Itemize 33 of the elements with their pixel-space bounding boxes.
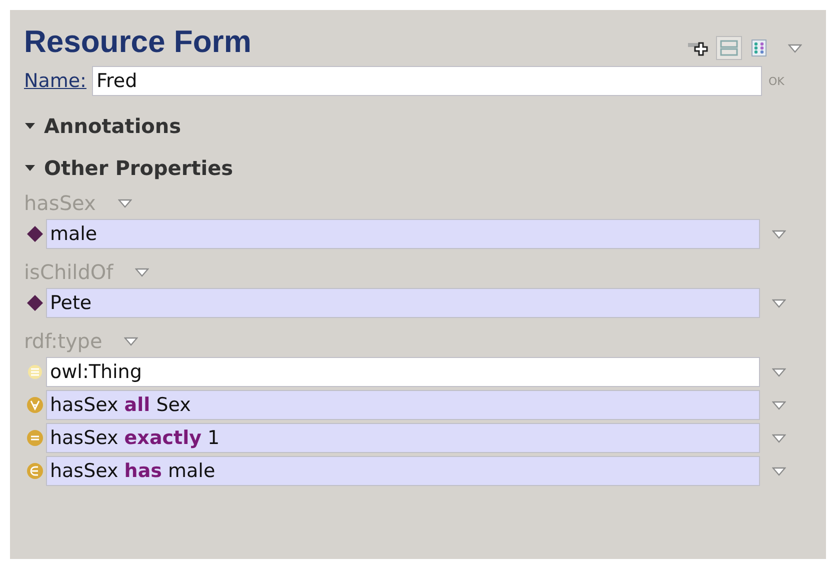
section-header[interactable]: Annotations <box>24 114 816 138</box>
value-field[interactable]: male <box>46 219 760 249</box>
dropdown-icon[interactable] <box>135 268 150 276</box>
dropdown-icon[interactable] <box>772 466 786 476</box>
value-field[interactable]: Pete <box>46 288 760 318</box>
section-header[interactable]: Other Properties <box>24 156 816 180</box>
property-label: isChildOf <box>24 260 114 284</box>
restriction-icon <box>26 396 44 414</box>
value-field[interactable]: hasSex has male <box>46 456 760 486</box>
dropdown-icon[interactable] <box>118 198 132 208</box>
diamond-icon <box>26 225 44 243</box>
restriction-icon <box>26 429 44 447</box>
ok-label: OK <box>768 74 786 88</box>
caret-icon[interactable] <box>24 121 36 131</box>
diamond-icon <box>26 294 44 312</box>
dropdown-icon[interactable] <box>124 336 138 346</box>
class-icon <box>27 363 43 381</box>
name-field[interactable]: Fred <box>92 66 762 96</box>
dropdown-icon[interactable] <box>772 434 786 442</box>
property-label: hasSex <box>24 191 96 215</box>
dropdown-icon[interactable] <box>772 400 786 410</box>
name-link[interactable]: Name: <box>24 70 86 92</box>
value-field[interactable]: hasSex exactly 1 <box>46 423 760 453</box>
property-label: rdf:type <box>24 329 102 353</box>
value-field[interactable]: owl:Thing <box>46 357 760 387</box>
caret-icon[interactable] <box>24 163 36 173</box>
view-menu-icon[interactable] <box>788 44 802 52</box>
value-field[interactable]: hasSex all Sex <box>46 390 760 420</box>
dropdown-icon[interactable] <box>772 368 786 376</box>
dropdown-icon[interactable] <box>772 298 786 308</box>
dropdown-icon[interactable] <box>772 230 786 238</box>
restriction-icon <box>26 462 44 480</box>
form-title: Resource Form <box>24 24 252 60</box>
